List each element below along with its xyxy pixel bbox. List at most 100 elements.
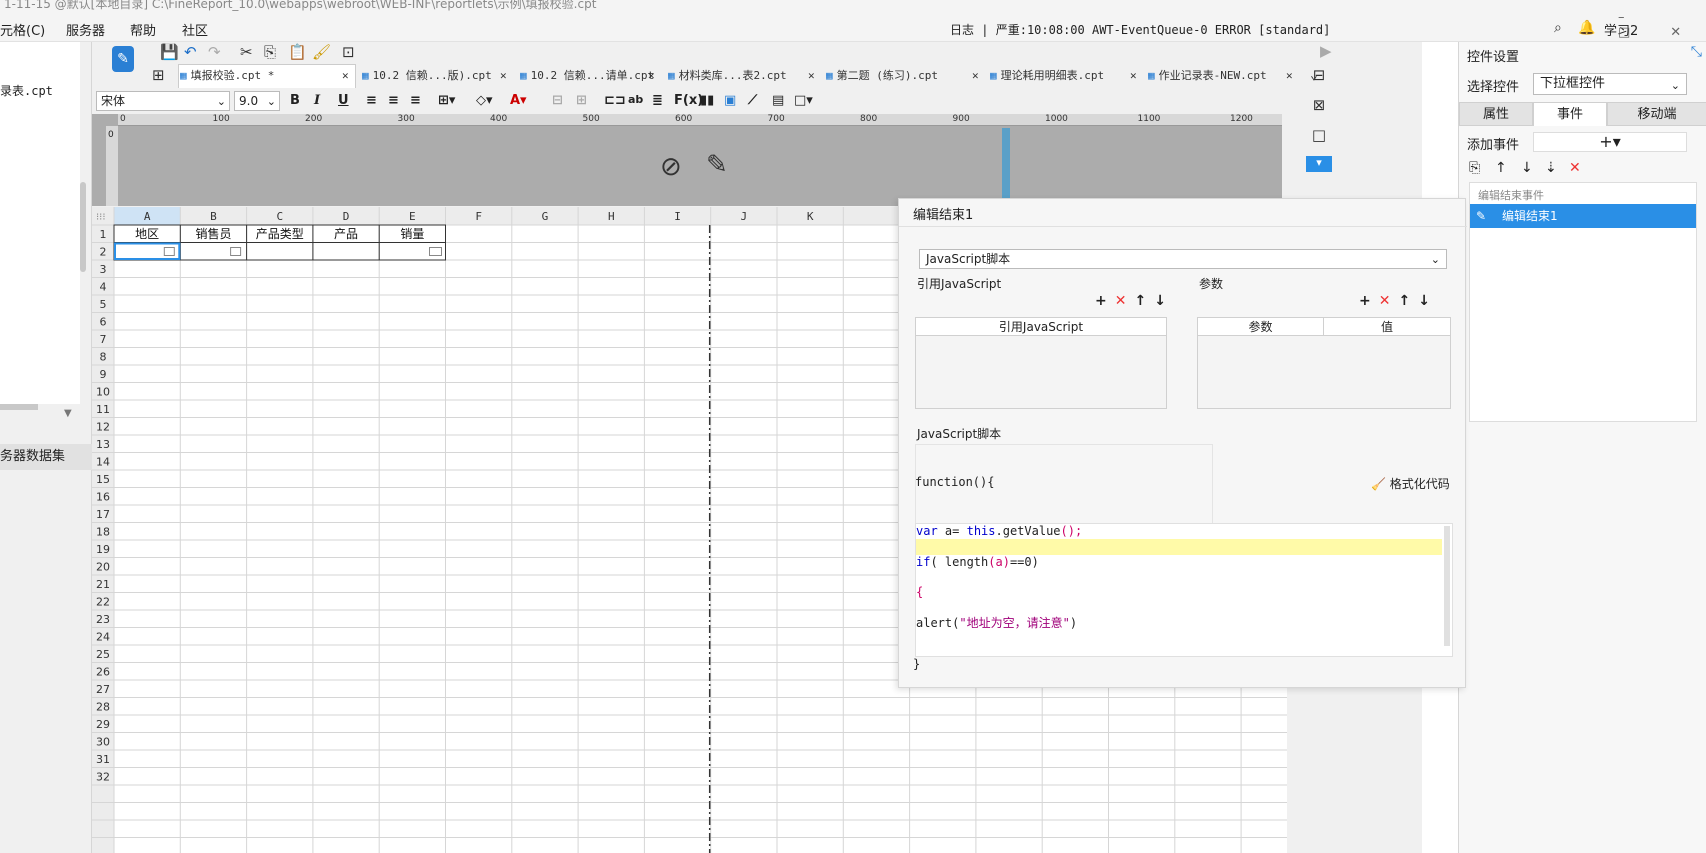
row-header[interactable]: 32 (96, 771, 110, 784)
paste-icon[interactable]: 📋 (288, 43, 307, 61)
image-icon[interactable]: ▣ (724, 93, 736, 108)
row-header[interactable]: 27 (96, 683, 110, 696)
expand-right-icon[interactable]: ▶ (1320, 42, 1332, 60)
merge-icon[interactable]: ⊟ (552, 93, 563, 108)
file-tree-item[interactable]: 录表.cpt (0, 82, 53, 99)
col-header[interactable]: E (409, 210, 416, 223)
delete-icon[interactable]: ✕ (1569, 160, 1581, 176)
row-header[interactable]: 8 (100, 351, 107, 364)
font-color-icon[interactable]: A▾ (510, 93, 527, 108)
code-scrollbar[interactable] (1444, 526, 1450, 646)
edit-pencil-icon[interactable]: ✎ (706, 150, 728, 180)
close-icon[interactable]: ✕ (972, 64, 979, 88)
row-header[interactable]: 29 (96, 718, 110, 731)
paragraph-icon[interactable]: ≣ (652, 93, 663, 108)
sub-report-icon[interactable]: ▤ (772, 93, 784, 108)
arrow-down-icon[interactable]: ↓ (1154, 293, 1166, 309)
menu-server[interactable]: 服务器 (66, 20, 105, 39)
delete-icon[interactable]: ✕ (1379, 293, 1391, 309)
tab-item[interactable]: ▦ 第二题 (练习).cpt (826, 64, 938, 88)
fill-color-icon[interactable]: ◇▾ (476, 93, 493, 108)
row-header[interactable]: 4 (100, 281, 107, 294)
tab-item[interactable]: ▦ 10.2 信赖...请单.cpt (520, 64, 654, 88)
text-icon[interactable]: ab (628, 93, 643, 106)
row-header[interactable]: 28 (96, 701, 110, 714)
align-center-icon[interactable]: ≡ (388, 93, 399, 108)
cell-element-icon[interactable]: □▾ (794, 93, 813, 108)
sort-icon[interactable]: ⇣ (1545, 160, 1557, 176)
close-icon[interactable]: ✕ (648, 64, 655, 88)
cell-attr-icon[interactable]: ⊟ (1306, 66, 1332, 88)
arrow-up-icon[interactable]: ↑ (1134, 293, 1146, 309)
tab-mobile[interactable]: 移动端 (1607, 102, 1706, 126)
format-code-button[interactable]: 🧹 格式化代码 (1371, 475, 1450, 492)
widget-icon[interactable]: □ (1306, 126, 1332, 148)
arrow-down-icon[interactable]: ↓ (1521, 160, 1533, 176)
row-header[interactable]: 24 (96, 631, 110, 644)
menu-help[interactable]: 帮助 (130, 20, 156, 39)
chevron-down-icon[interactable]: ▼ (64, 408, 72, 419)
add-icon[interactable]: + (1359, 293, 1371, 309)
redo-icon[interactable]: ↷ (208, 43, 221, 61)
copy-icon[interactable]: ⎘ (264, 43, 276, 61)
col-header[interactable]: G (542, 210, 549, 223)
row-header[interactable]: 9 (100, 368, 107, 381)
cell-style-icon[interactable]: ⊠ (1306, 96, 1332, 118)
ref-js-table[interactable]: 引用JavaScript (915, 317, 1167, 409)
chart-icon[interactable]: ▮▮ (700, 93, 714, 108)
col-header[interactable]: F (475, 210, 482, 223)
italic-icon[interactable]: I (314, 93, 320, 108)
font-size-select[interactable]: 9.0 ⌄ (234, 91, 280, 111)
event-item[interactable]: ✎ 编辑结束1 (1470, 204, 1696, 228)
row-header[interactable]: 13 (96, 438, 110, 451)
row-header[interactable]: 12 (96, 421, 110, 434)
menu-cell[interactable]: 元格(C) (0, 20, 45, 39)
row-header[interactable]: 7 (100, 333, 107, 346)
pin-icon[interactable]: ⤡ (1691, 44, 1702, 60)
tab-item[interactable]: ▦ 作业记录表-NEW.cpt (1148, 64, 1267, 88)
underline-icon[interactable]: U (338, 93, 349, 108)
param-table[interactable]: 参数 值 (1197, 317, 1451, 409)
row-header[interactable]: 16 (96, 491, 110, 504)
window-controls[interactable]: –□✕ (1618, 10, 1706, 40)
row-header[interactable]: 22 (96, 596, 110, 609)
event-type-select[interactable]: JavaScript脚本 ⌄ (919, 249, 1447, 269)
save-icon[interactable]: 💾 (160, 43, 179, 61)
tab-item[interactable]: ▦ 填报校验.cpt * (180, 64, 274, 88)
row-header[interactable]: 3 (100, 263, 107, 276)
cut-icon[interactable]: ✂ (240, 43, 253, 61)
format-painter-icon[interactable]: 🖌 (312, 43, 331, 61)
arrow-up-icon[interactable]: ↑ (1398, 293, 1410, 309)
menu-community[interactable]: 社区 (182, 20, 208, 39)
copy-icon[interactable]: ⎘ (1469, 160, 1480, 176)
tab-item[interactable]: ▦ 10.2 信赖...版).cpt (362, 64, 492, 88)
row-header[interactable]: 25 (96, 648, 110, 661)
row-header[interactable]: 31 (96, 753, 110, 766)
arrow-down-icon[interactable]: ↓ (1418, 293, 1430, 309)
row-header[interactable]: 18 (96, 526, 110, 539)
row-header[interactable]: 21 (96, 578, 110, 591)
delete-icon[interactable]: ✕ (1115, 293, 1127, 309)
add-icon[interactable]: + (1095, 293, 1107, 309)
row-header[interactable]: 30 (96, 736, 110, 749)
tab-attributes[interactable]: 属性 (1459, 102, 1533, 126)
tab-events[interactable]: 事件 (1533, 102, 1607, 126)
preview-icon[interactable]: ⊡ (342, 43, 355, 61)
border-icon[interactable]: ⊞▾ (438, 93, 455, 108)
col-header[interactable]: D (343, 210, 350, 223)
row-header[interactable]: 23 (96, 613, 110, 626)
row-header[interactable]: 15 (96, 473, 110, 486)
align-left-icon[interactable]: ≡ (366, 93, 377, 108)
col-header[interactable]: B (210, 210, 217, 223)
left-scrollbar[interactable] (80, 182, 86, 272)
arrow-up-icon[interactable]: ↑ (1495, 160, 1507, 176)
font-family-select[interactable]: 宋体 ⌄ (96, 91, 230, 111)
close-icon[interactable]: ✕ (342, 64, 349, 88)
close-icon[interactable]: ✕ (1130, 64, 1137, 88)
undo-icon[interactable]: ↶ (184, 43, 197, 61)
add-event-button[interactable]: +▾ (1533, 132, 1687, 152)
bell-icon[interactable]: 🔔 (1578, 20, 1595, 36)
unmerge-icon[interactable]: ⊞ (576, 93, 587, 108)
col-header[interactable]: J (741, 210, 748, 223)
row-header[interactable]: 2 (100, 246, 107, 259)
